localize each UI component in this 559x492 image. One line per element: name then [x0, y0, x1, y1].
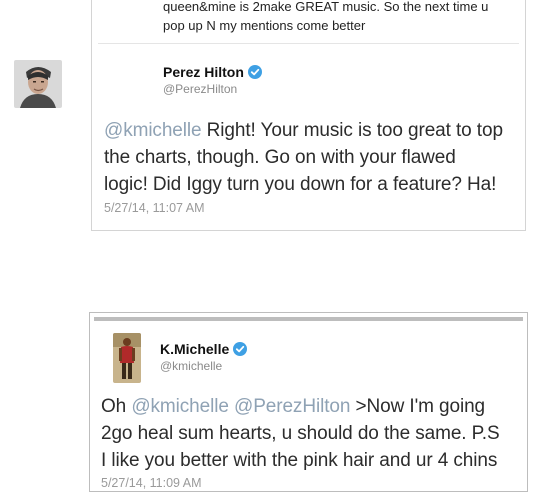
- tweet-text: @kmichelle Right! Your music is too grea…: [104, 117, 503, 198]
- tweet-line: Oh @kmichelle @PerezHilton >Now I'm goin…: [101, 393, 500, 420]
- tweet-line: the charts, though. Go on with your flaw…: [104, 147, 456, 168]
- author-handle[interactable]: @PerezHilton: [163, 82, 237, 96]
- tweet-timestamp[interactable]: 5/27/14, 11:07 AM: [104, 201, 205, 215]
- previous-tweet-line: queen&mine is 2make GREAT music. So the …: [163, 0, 489, 14]
- mention-link[interactable]: @kmichelle: [104, 120, 202, 141]
- avatar[interactable]: [113, 333, 141, 383]
- tweet-text: Oh @kmichelle @PerezHilton >Now I'm goin…: [101, 393, 500, 474]
- author-name[interactable]: Perez Hilton: [163, 64, 244, 80]
- mention-link[interactable]: @PerezHilton: [234, 396, 350, 417]
- divider: [94, 317, 523, 321]
- tweet-text-segment: Right! Your music is too great to top: [206, 120, 503, 141]
- previous-tweet-line: pop up N my mentions come better: [163, 18, 366, 33]
- divider: [98, 43, 519, 44]
- tweet-text-segment: Oh: [101, 396, 127, 417]
- tweet-text-segment: >Now I'm going: [355, 396, 486, 417]
- verified-badge-icon: [247, 65, 262, 79]
- verified-badge-icon: [233, 342, 248, 356]
- author-row: K.Michelle: [160, 341, 248, 357]
- tweet-line: @kmichelle Right! Your music is too grea…: [104, 117, 503, 144]
- tweet-timestamp[interactable]: 5/27/14, 11:09 AM: [101, 476, 202, 490]
- avatar[interactable]: [14, 60, 62, 108]
- previous-tweet-text: queen&mine is 2make GREAT music. So the …: [163, 0, 523, 35]
- tweet-line: 2go heal sum hearts, u should do the sam…: [101, 423, 500, 444]
- author-row: Perez Hilton: [163, 64, 262, 80]
- mention-link[interactable]: @kmichelle: [131, 396, 229, 417]
- author-name[interactable]: K.Michelle: [160, 341, 229, 357]
- tweet-line: I like you better with the pink hair and…: [101, 450, 498, 471]
- tweet-line: logic! Did Iggy turn you down for a feat…: [104, 174, 497, 195]
- author-handle[interactable]: @kmichelle: [160, 359, 222, 373]
